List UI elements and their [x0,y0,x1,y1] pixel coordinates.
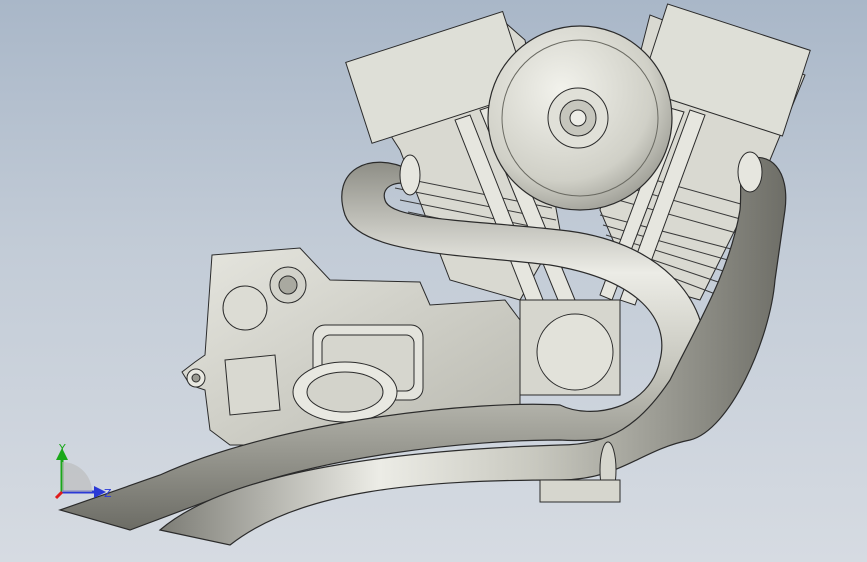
engine-model[interactable] [0,0,867,562]
graphics-viewport[interactable]: Y Z [0,0,867,562]
x-axis-arrow [54,490,64,500]
z-axis-label: Z [104,487,112,500]
carburetor[interactable] [519,299,621,396]
y-axis-label: Y [59,442,66,455]
coordinate-triad [54,448,106,500]
oil-sump [539,479,621,503]
triad-plane [62,462,92,492]
air-cleaner[interactable] [487,25,673,211]
